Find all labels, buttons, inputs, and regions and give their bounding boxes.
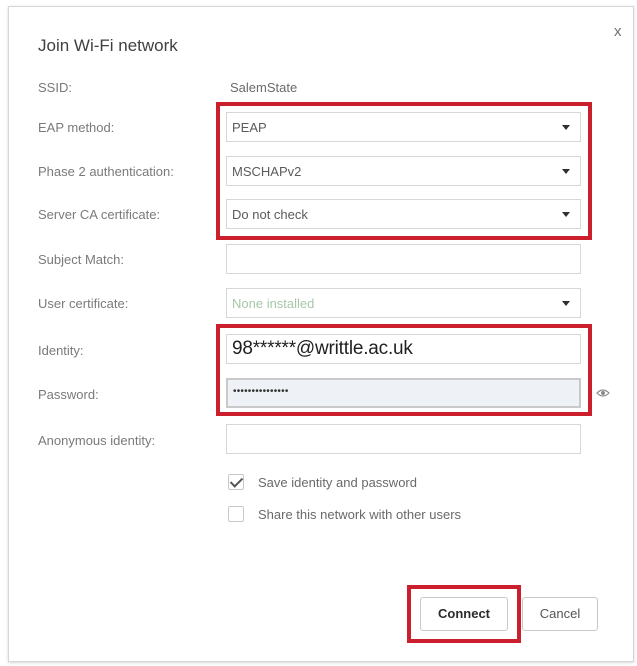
- server-ca-label: Server CA certificate:: [38, 207, 161, 222]
- cancel-button[interactable]: Cancel: [522, 597, 598, 631]
- checkmark-icon: [229, 474, 244, 488]
- password-label: Password:: [38, 387, 99, 402]
- user-certificate-value: None installed: [232, 296, 315, 311]
- ssid-label: SSID:: [38, 80, 72, 95]
- subject-match-label: Subject Match:: [38, 252, 124, 267]
- user-certificate-label: User certificate:: [38, 296, 129, 311]
- save-identity-checkbox[interactable]: [228, 474, 244, 490]
- highlight-box-connect: [407, 585, 521, 643]
- eap-method-label: EAP method:: [38, 120, 115, 135]
- highlight-box-eap-settings: [216, 102, 592, 240]
- phase2-auth-label: Phase 2 authentication:: [38, 164, 174, 179]
- highlight-box-credentials: [216, 324, 592, 416]
- identity-label: Identity:: [38, 343, 84, 358]
- save-identity-label: Save identity and password: [258, 475, 417, 490]
- share-network-label: Share this network with other users: [258, 507, 462, 522]
- close-icon[interactable]: x: [614, 24, 622, 40]
- anonymous-identity-label: Anonymous identity:: [38, 433, 156, 448]
- user-certificate-select[interactable]: None installed: [226, 288, 581, 318]
- dialog-title: Join Wi-Fi network: [38, 36, 178, 55]
- subject-match-input[interactable]: [226, 244, 581, 274]
- chevron-down-icon: [562, 301, 570, 306]
- eye-icon[interactable]: [596, 386, 610, 400]
- anonymous-identity-input[interactable]: [226, 424, 581, 454]
- share-network-checkbox[interactable]: [228, 506, 244, 522]
- ssid-value: SalemState: [230, 80, 298, 95]
